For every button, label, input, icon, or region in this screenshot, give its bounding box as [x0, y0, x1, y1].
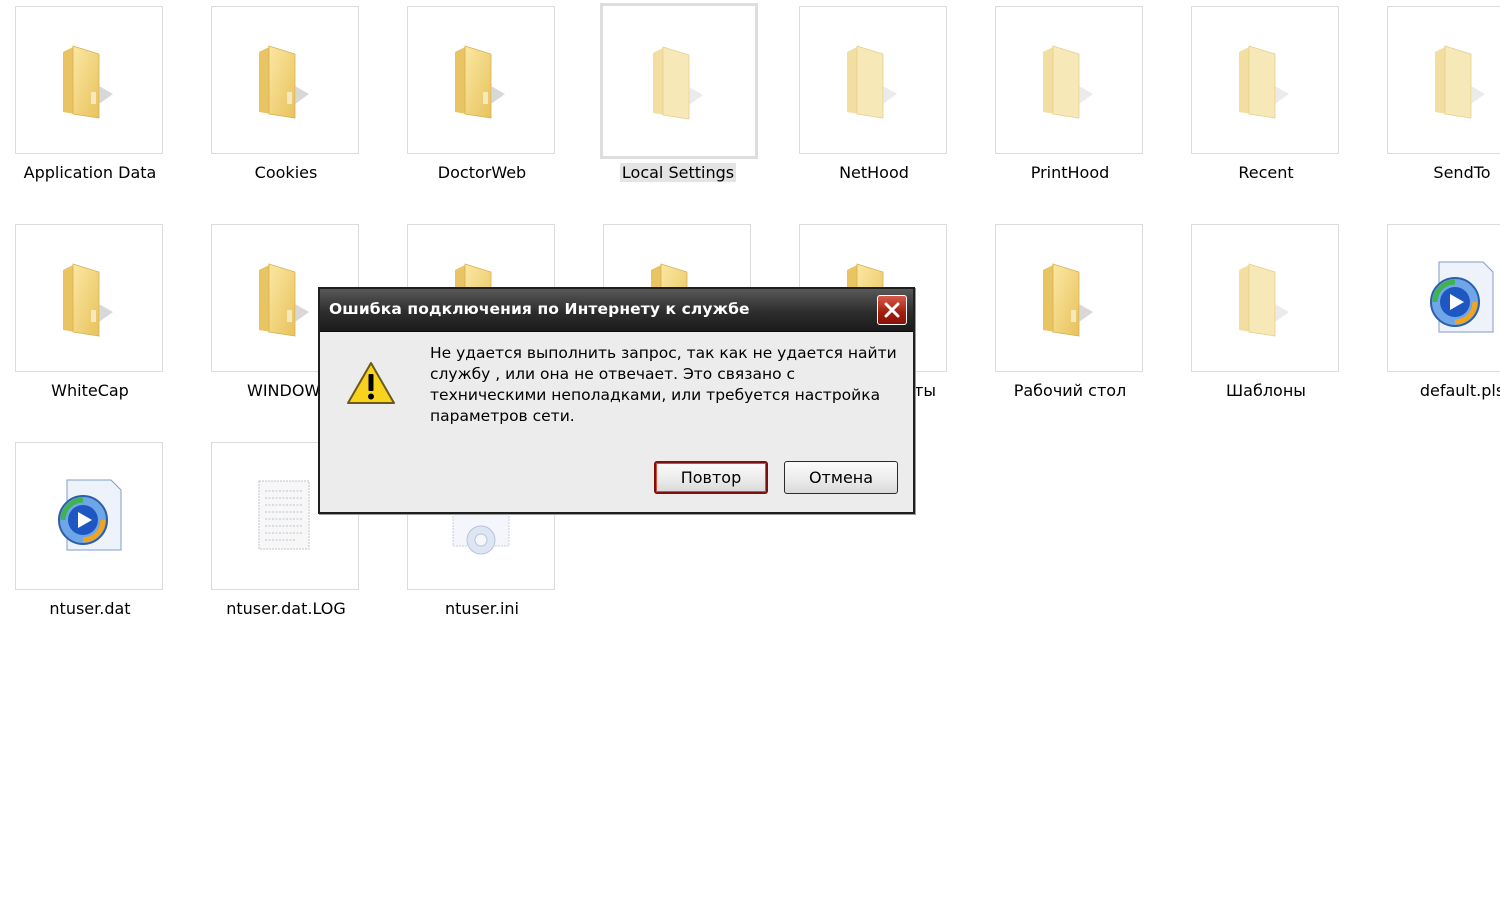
thumbnail-frame — [1387, 6, 1500, 154]
dialog-titlebar[interactable]: Ошибка подключения по Интернету к службе — [320, 289, 913, 332]
folder-icon — [846, 45, 898, 119]
file-ntuser-dat[interactable]: ntuser.dat — [0, 436, 196, 636]
file-default-pls[interactable]: default.pls — [1372, 218, 1500, 418]
folder-icon — [1042, 263, 1094, 337]
folder-templates[interactable]: Шаблоны — [1176, 218, 1372, 418]
thumbnail-frame — [407, 6, 555, 154]
item-label: DoctorWeb — [437, 163, 527, 182]
item-label: Application Data — [23, 163, 157, 182]
folder-desktop[interactable]: Рабочий стол — [980, 218, 1176, 418]
folder-icon — [1238, 45, 1290, 119]
thumbnail-frame — [1191, 224, 1339, 372]
error-dialog: Ошибка подключения по Интернету к службе… — [318, 287, 915, 514]
thumbnail-frame — [15, 224, 163, 372]
thumbnail-frame — [995, 224, 1143, 372]
item-label: Local Settings — [619, 163, 737, 182]
folder-doctorweb[interactable]: DoctorWeb — [392, 0, 588, 200]
item-label: Рабочий стол — [1013, 381, 1127, 400]
folder-nethood[interactable]: NetHood — [784, 0, 980, 200]
folder-icon — [62, 45, 114, 119]
thumbnail-frame — [1387, 224, 1500, 372]
folder-icon — [454, 45, 506, 119]
dialog-title: Ошибка подключения по Интернету к службе — [329, 300, 750, 318]
cancel-button[interactable]: Отмена — [784, 461, 898, 494]
thumbnail-frame — [15, 442, 163, 590]
item-label: Шаблоны — [1226, 381, 1306, 400]
folder-application-data[interactable]: Application Data — [0, 0, 196, 200]
folder-printhood[interactable]: PrintHood — [980, 0, 1176, 200]
folder-icon — [62, 263, 114, 337]
item-label: ntuser.dat.LOG — [226, 599, 346, 618]
dialog-message: Не удается выполнить запрос, так как не … — [430, 344, 897, 425]
retry-button[interactable]: Повтор — [654, 461, 768, 494]
folder-sendto[interactable]: SendTo — [1372, 0, 1500, 200]
item-label: Cookies — [254, 163, 318, 182]
folder-recent[interactable]: Recent — [1176, 0, 1372, 200]
folder-cookies[interactable]: Cookies — [196, 0, 392, 200]
item-label: NetHood — [839, 163, 909, 182]
item-label: SendTo — [1433, 163, 1491, 182]
close-button[interactable] — [877, 295, 907, 325]
desktop-folder-view: Application Data Cookies DoctorWeb Local… — [0, 0, 1500, 900]
thumbnail-frame — [211, 6, 359, 154]
media-player-file-icon — [1421, 258, 1500, 338]
folder-icon — [1434, 45, 1486, 119]
thumbnail-frame — [600, 3, 758, 159]
folder-icon — [1238, 263, 1290, 337]
item-label: PrintHood — [1030, 163, 1110, 182]
folder-icon — [1042, 45, 1094, 119]
item-label: default.pls — [1419, 381, 1500, 400]
thumbnail-frame — [15, 6, 163, 154]
text-document-icon — [258, 480, 310, 550]
media-player-file-icon — [49, 476, 129, 556]
folder-icon — [258, 45, 310, 119]
thumbnail-frame — [799, 6, 947, 154]
item-label: ntuser.ini — [445, 599, 519, 618]
item-label: WhiteCap — [51, 381, 129, 400]
thumbnail-frame — [1191, 6, 1339, 154]
close-icon — [884, 302, 900, 318]
folder-local-settings[interactable]: Local Settings — [588, 0, 784, 200]
folder-icon — [652, 46, 704, 120]
folder-whitecap[interactable]: WhiteCap — [0, 218, 196, 418]
folder-icon — [258, 263, 310, 337]
thumbnail-frame — [995, 6, 1143, 154]
item-label: ntuser.dat — [49, 599, 131, 618]
item-label: Recent — [1238, 163, 1294, 182]
warning-icon — [346, 361, 396, 409]
